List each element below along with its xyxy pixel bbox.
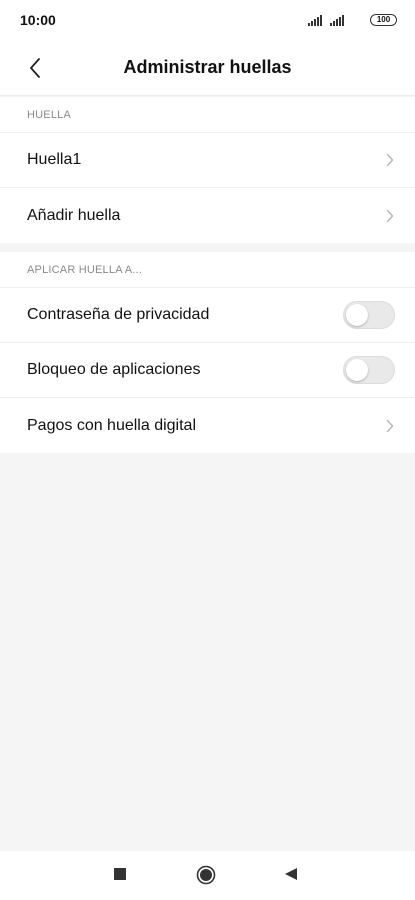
list-item-label: Contraseña de privacidad: [27, 306, 210, 323]
list-item-fingerprint-payments[interactable]: Pagos con huella digital: [0, 398, 415, 453]
recents-square-icon[interactable]: [113, 867, 127, 881]
privacy-password-toggle[interactable]: [343, 301, 395, 329]
list-item-add-fingerprint[interactable]: Añadir huella: [0, 188, 415, 243]
app-lock-toggle[interactable]: [343, 356, 395, 384]
list-item-label: Huella1: [27, 151, 82, 168]
list-item-label: Añadir huella: [27, 206, 121, 224]
signal-icon: [330, 14, 344, 26]
list-item-app-lock[interactable]: Bloqueo de aplicaciones: [0, 343, 415, 398]
toggle-knob: [346, 304, 368, 326]
section-header: HUELLA: [0, 97, 415, 133]
chevron-right-icon: [385, 208, 395, 224]
list-item-label: Pagos con huella digital: [27, 416, 197, 434]
back-triangle-icon[interactable]: [284, 867, 298, 881]
battery-level: 100: [376, 15, 391, 24]
navigation-bar: [0, 851, 415, 900]
list-item-fingerprint-1[interactable]: Huella1: [0, 133, 415, 188]
status-time: 10:00: [20, 12, 56, 28]
section-header: APLICAR HUELLA A...: [0, 252, 415, 288]
list-item-privacy-password[interactable]: Contraseña de privacidad: [0, 288, 415, 343]
battery-icon: 100: [370, 14, 397, 26]
chevron-right-icon: [385, 152, 395, 168]
list-item-label: Bloqueo de aplicaciones: [27, 361, 201, 378]
chevron-right-icon: [385, 418, 395, 434]
signal-icon: [308, 14, 322, 26]
toggle-knob: [346, 359, 368, 381]
page-title: Administrar huellas: [123, 57, 292, 77]
chevron-left-icon: [30, 58, 40, 78]
section-apply-fingerprint: APLICAR HUELLA A... Contraseña de privac…: [0, 252, 415, 453]
app-header: Administrar huellas: [0, 40, 415, 96]
status-icons: 100: [308, 14, 397, 26]
back-button[interactable]: [22, 54, 48, 82]
home-circle-icon[interactable]: [196, 865, 216, 885]
section-fingerprints: HUELLA Huella1 Añadir huella: [0, 97, 415, 243]
status-bar: 10:00 100: [0, 0, 415, 40]
